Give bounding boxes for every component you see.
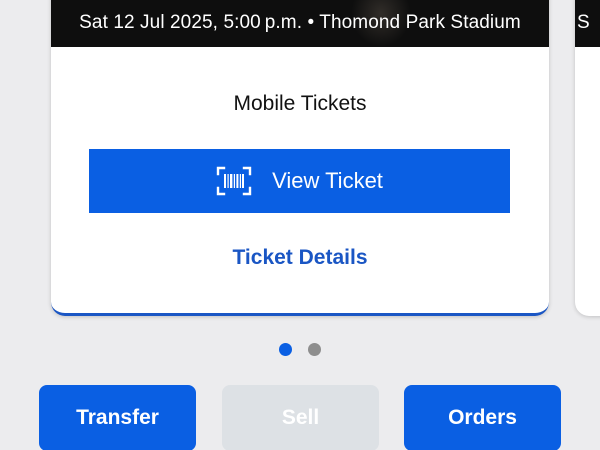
orders-button[interactable]: Orders bbox=[404, 385, 561, 450]
pagination-dot-2[interactable] bbox=[308, 343, 321, 356]
ticket-details-link[interactable]: Ticket Details bbox=[51, 246, 549, 270]
view-ticket-label: View Ticket bbox=[272, 168, 383, 193]
carousel-pagination bbox=[0, 343, 600, 356]
view-ticket-button[interactable]: View Ticket bbox=[89, 149, 510, 213]
ticket-card: Sat 12 Jul 2025, 5:00 p.m. • Thomond Par… bbox=[51, 0, 549, 316]
event-info: Sat 12 Jul 2025, 5:00 p.m. • Thomond Par… bbox=[79, 12, 521, 33]
ticket-card-header: Sat 12 Jul 2025, 5:00 p.m. • Thomond Par… bbox=[51, 0, 549, 47]
pagination-dot-1[interactable] bbox=[279, 343, 292, 356]
barcode-scan-icon bbox=[216, 166, 252, 196]
ticket-type-label: Mobile Tickets bbox=[233, 92, 367, 115]
ticket-screen: S Sat 12 Jul 2025, 5:00 p.m. • Thomond P… bbox=[0, 0, 600, 450]
sell-button[interactable]: Sell bbox=[222, 385, 379, 450]
transfer-button[interactable]: Transfer bbox=[39, 385, 196, 450]
next-ticket-event-info: S bbox=[577, 12, 590, 33]
next-ticket-card-peek[interactable]: S bbox=[575, 0, 600, 316]
